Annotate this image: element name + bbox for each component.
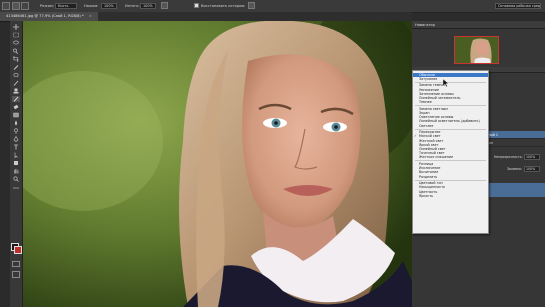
lasso-icon[interactable]	[12, 40, 20, 46]
pen-icon[interactable]	[12, 136, 20, 142]
portrait-photo	[23, 21, 412, 307]
quick-select-icon[interactable]	[12, 48, 20, 54]
navigator-panel-header[interactable]: Навигатор	[412, 21, 545, 29]
document-canvas[interactable]	[23, 21, 412, 307]
path-select-icon[interactable]	[12, 152, 20, 158]
brush-tool-icon[interactable]	[12, 80, 20, 86]
opacity-field[interactable]: 100%	[524, 154, 540, 160]
eraser-icon[interactable]	[12, 104, 20, 110]
dodge-icon[interactable]	[12, 128, 20, 134]
eyedropper-icon[interactable]	[12, 64, 20, 70]
quick-mask-icon[interactable]	[12, 261, 20, 267]
gradient-icon[interactable]	[12, 112, 20, 118]
navigator-preview[interactable]	[454, 36, 499, 64]
airbrush-icon[interactable]	[161, 2, 168, 9]
cursor-icon	[443, 79, 449, 87]
fill-label: Заливка:	[507, 167, 522, 171]
document-tab[interactable]: 413486461.jpg @ 77,9% (Слой 1, RGB/8) * …	[0, 12, 98, 21]
brush-preset-picker[interactable]	[21, 2, 29, 10]
opacity-label: Непрозрачность:	[494, 155, 523, 159]
crop-icon[interactable]	[12, 56, 20, 62]
blend-mode-option[interactable]: Яркость	[413, 194, 488, 198]
document-tab-title: 413486461.jpg @ 77,9% (Слой 1, RGB/8) *	[6, 14, 84, 18]
blend-mode-option[interactable]: Затухание	[413, 77, 488, 81]
shape-icon[interactable]	[12, 160, 20, 166]
type-icon[interactable]	[12, 144, 20, 150]
blend-mode-option[interactable]: Жесткое смешение	[413, 155, 488, 159]
blend-mode-dropdown[interactable]: Обычные Затухание Замена темным Умножение За…	[412, 70, 489, 234]
photoshop-logo-icon[interactable]	[2, 2, 10, 10]
restore-history-label: Восстановить историю	[201, 4, 245, 8]
brush-icon[interactable]	[12, 2, 20, 10]
blend-mode-option[interactable]: Светлее	[413, 124, 488, 128]
navigator-panel	[412, 29, 545, 67]
pressure-field[interactable]: 100%	[101, 3, 117, 9]
tools-panel	[10, 21, 23, 307]
blend-mode-option[interactable]: Темнее	[413, 100, 488, 104]
more-tools-icon[interactable]	[12, 185, 20, 191]
close-icon[interactable]: ×	[89, 14, 92, 18]
blur-icon[interactable]	[12, 120, 20, 126]
zoom-icon[interactable]	[12, 176, 20, 182]
history-brush-icon[interactable]	[12, 96, 20, 102]
healing-icon[interactable]	[12, 72, 20, 78]
pressure-label: Нажим:	[84, 4, 99, 8]
stamp-icon[interactable]	[12, 88, 20, 94]
blend-mode-option[interactable]: Разделить	[413, 175, 488, 179]
restore-history-checkbox[interactable]	[194, 3, 199, 8]
navigator-title: Навигатор	[415, 23, 436, 27]
fill-field[interactable]: 100%	[524, 166, 540, 172]
pressure-size-icon[interactable]	[248, 2, 255, 9]
marquee-icon[interactable]	[12, 32, 20, 38]
move-icon[interactable]	[12, 24, 20, 30]
hand-icon[interactable]	[12, 168, 20, 174]
flow-label: Интенс.:	[125, 4, 142, 8]
screen-mode-icon[interactable]	[12, 271, 20, 278]
mode-select[interactable]: Кисть	[55, 3, 77, 9]
mode-label: Режим:	[40, 4, 54, 8]
workspace-select[interactable]: Основная рабочая среда	[495, 3, 541, 9]
flow-field[interactable]: 100%	[140, 3, 156, 9]
background-color-swatch[interactable]	[14, 246, 22, 254]
